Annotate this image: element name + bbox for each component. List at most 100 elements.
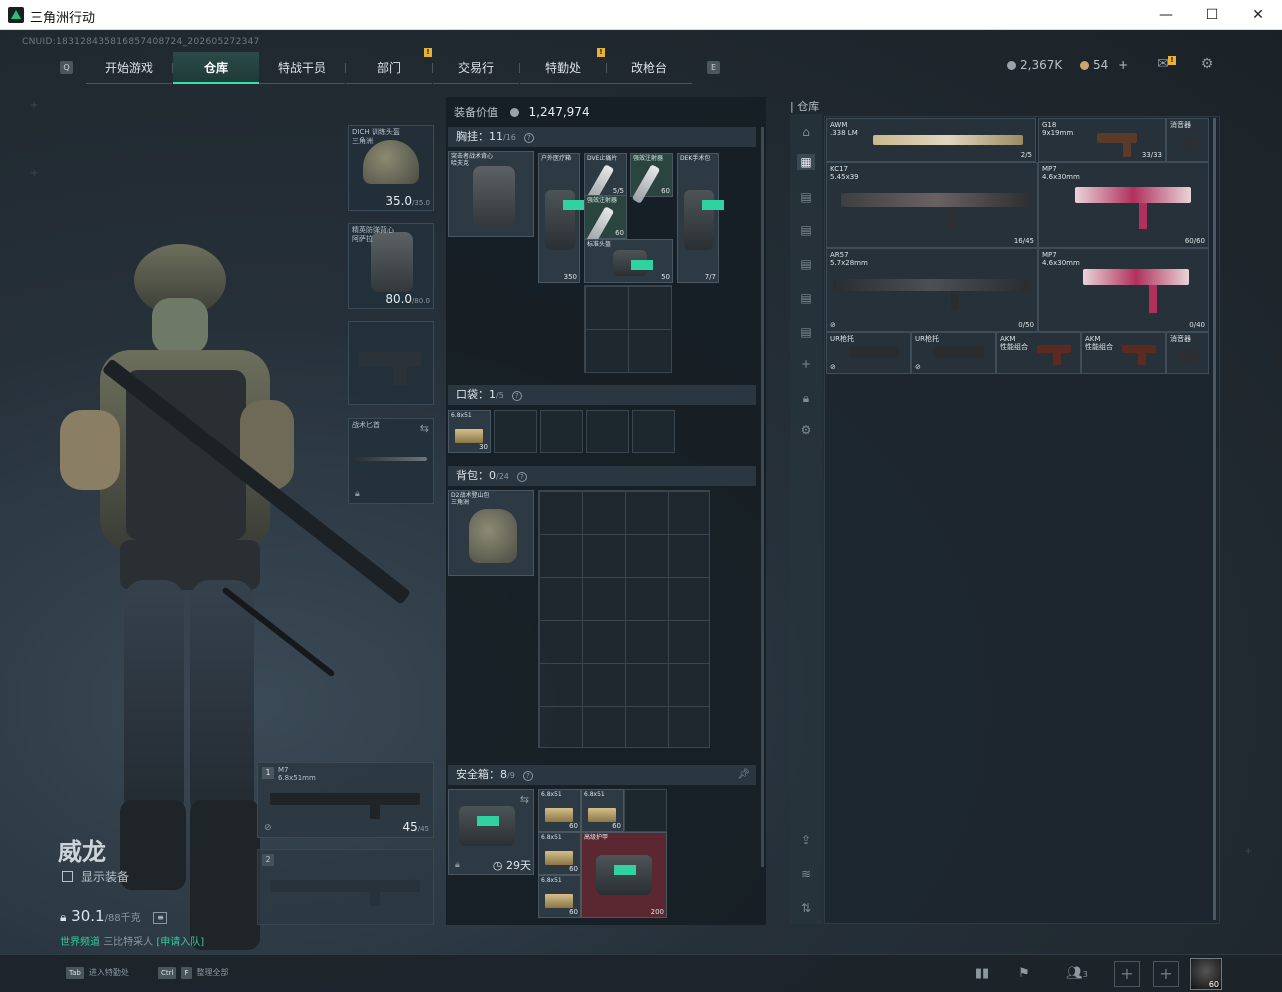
backpack-header: 背包：0/24?: [448, 466, 756, 486]
backpack-item[interactable]: D2战术登山包 三角洲: [448, 490, 534, 576]
nav-next-key[interactable]: E: [707, 61, 720, 74]
tab-notify-badge: !: [424, 48, 432, 57]
chest-rig-item[interactable]: 突击者战术背心 哈夫克: [448, 151, 534, 237]
tidy-all-hint[interactable]: Ctrl F 整理全部: [158, 967, 229, 979]
maximize-button[interactable]: ☐: [1200, 4, 1224, 26]
operator-name: 威龙: [58, 838, 106, 866]
armor-name: 精英防弹背心 阿萨拉: [352, 226, 394, 243]
invite-slot-button[interactable]: +: [1114, 961, 1140, 987]
tab-operators[interactable]: 特战干员: [259, 52, 345, 84]
swap-icon[interactable]: ⇆: [420, 422, 429, 435]
warehouse-item[interactable]: KC17 5.45x39 16/45: [826, 162, 1038, 248]
help-icon[interactable]: ?: [516, 472, 527, 482]
pocket-empty-slot[interactable]: [540, 410, 583, 453]
pin-icon[interactable]: 📌︎: [737, 765, 750, 785]
warehouse-item[interactable]: AKM 性能组合: [996, 332, 1081, 374]
pocket-empty-slot[interactable]: [632, 410, 675, 453]
warehouse-item[interactable]: 消音器: [1166, 332, 1209, 374]
stats-chart-icon[interactable]: ▮▮: [968, 961, 996, 987]
rifle-image: [833, 279, 1029, 291]
tab-trade-market[interactable]: 交易行: [433, 52, 519, 84]
safebox-container[interactable]: ⇆ 🔒︎ ◷ 29天: [448, 789, 534, 875]
warehouse-scrollbar[interactable]: [1213, 118, 1216, 920]
warehouse-item[interactable]: AKM 性能组合: [1081, 332, 1166, 374]
safebox-item[interactable]: 6.8x51 60: [538, 875, 581, 918]
category-storage-icon[interactable]: ▤: [797, 256, 815, 272]
warehouse-item[interactable]: UR枪托 ⊘: [826, 332, 911, 374]
chest-item[interactable]: 强效注射器 60: [584, 195, 627, 246]
safebox-empty-slot[interactable]: [624, 789, 667, 832]
lock-icon: 🔒︎: [455, 860, 460, 870]
show-equipment-checkbox[interactable]: [62, 871, 73, 882]
squad-icon[interactable]: 👥︎3: [1060, 961, 1094, 987]
safebox-item[interactable]: 6.8x51 60: [538, 789, 581, 832]
chest-empty-grid[interactable]: [584, 285, 672, 373]
settings-gear-icon[interactable]: ⚙: [797, 422, 815, 438]
player-avatar[interactable]: 60: [1190, 958, 1222, 990]
nav-prev-key[interactable]: Q: [60, 61, 73, 74]
help-icon[interactable]: ?: [511, 391, 522, 401]
armor-slot[interactable]: 精英防弹背心 阿萨拉 80.0/80.0: [348, 223, 434, 309]
melee-slot[interactable]: 战术匕首 ⇆ 🔒︎: [348, 418, 434, 504]
safebox-item[interactable]: 高级护甲 200: [581, 832, 667, 918]
swap-icon[interactable]: ⇆: [520, 793, 529, 806]
chest-item[interactable]: DEK手术包 7/7: [677, 153, 724, 283]
app-logo-icon: [8, 7, 24, 23]
warehouse-item[interactable]: 消音器: [1166, 118, 1209, 162]
squad-recruit-line[interactable]: 世界频道 三比特采人 [申请入队]: [60, 933, 204, 948]
warehouse-item[interactable]: AWM .338 LM 2/5: [826, 118, 1036, 162]
pocket-item[interactable]: 6.8x51 30: [448, 410, 491, 453]
category-storage-icon[interactable]: ▤: [797, 222, 815, 238]
minimize-button[interactable]: —: [1154, 4, 1178, 26]
close-button[interactable]: ✕: [1246, 4, 1270, 26]
ticket-balance[interactable]: 54 +: [1080, 58, 1128, 72]
secondary-weapon-slot[interactable]: 2: [257, 849, 434, 925]
category-storage-icon[interactable]: ▤: [797, 189, 815, 205]
helmet-slot[interactable]: DICH 训练头盔 三角洲 35.0/35.0: [348, 125, 434, 211]
lock-icon[interactable]: 🔒︎: [797, 390, 815, 406]
category-all-icon[interactable]: ⌂: [797, 124, 815, 140]
chest-item[interactable]: 户外医疗箱 350: [538, 153, 585, 283]
weight-icon: 🔒︎: [60, 910, 67, 924]
tab-department[interactable]: 部门: [346, 52, 432, 84]
warehouse-item[interactable]: G18 9x19mm 33/33: [1038, 118, 1166, 162]
warehouse-item[interactable]: UR枪托 ⊘: [911, 332, 996, 374]
loadout-scrollbar[interactable]: [761, 127, 764, 867]
primary-ammo-count: 45/45: [402, 820, 429, 834]
category-storage-icon[interactable]: ▤: [797, 290, 815, 306]
warehouse-item[interactable]: AR57 5.7x28mm ⊘ 0/50: [826, 248, 1038, 332]
invite-slot-button[interactable]: +: [1153, 961, 1179, 987]
safebox-item[interactable]: 6.8x51 60: [538, 832, 581, 875]
flag-icon[interactable]: ⚑: [1010, 961, 1038, 987]
grid-marker-icon: +: [30, 100, 39, 111]
category-storage-icon[interactable]: ▤: [797, 324, 815, 340]
add-storage-icon[interactable]: +: [797, 356, 815, 372]
backpack-grid[interactable]: [538, 490, 710, 748]
no-insure-icon: ⊘: [830, 363, 836, 371]
enter-special-ops-hint[interactable]: Tab 进入特勤处: [66, 967, 129, 979]
sort-icon[interactable]: ⇅: [797, 900, 815, 916]
pocket-empty-slot[interactable]: [586, 410, 629, 453]
chest-item[interactable]: 强效注射器 60: [630, 153, 673, 204]
settings-gear-icon[interactable]: ⚙: [1198, 56, 1216, 72]
help-icon[interactable]: ?: [523, 133, 534, 143]
tab-special-ops[interactable]: 特勤处: [520, 52, 606, 84]
safebox-item[interactable]: 6.8x51 60: [581, 789, 624, 832]
upload-icon[interactable]: ⇪: [797, 832, 815, 848]
help-icon[interactable]: ?: [522, 771, 533, 781]
show-equipment-toggle[interactable]: 显示装备: [62, 868, 129, 885]
category-weapons-icon[interactable]: ▦: [797, 154, 815, 170]
chest-item[interactable]: 标准头盔 50: [584, 239, 673, 283]
primary-weapon-slot[interactable]: 1 M7 6.8x51mm ⊘ 45/45: [257, 762, 434, 838]
tab-warehouse[interactable]: 仓库: [173, 52, 259, 84]
layers-icon[interactable]: ≋: [797, 866, 815, 882]
tab-start-game[interactable]: 开始游戏: [86, 52, 172, 84]
weight-details-icon[interactable]: ≡: [153, 912, 168, 924]
warehouse-item[interactable]: MP7 4.6x30mm 0/40: [1038, 248, 1209, 332]
pistol-slot[interactable]: [348, 321, 434, 405]
add-tickets-button[interactable]: +: [1118, 58, 1128, 72]
warehouse-item[interactable]: MP7 4.6x30mm 60/60: [1038, 162, 1209, 248]
chest-item[interactable]: DVE止痛片 5/5: [584, 153, 627, 204]
tab-gunsmith[interactable]: 改枪台: [606, 52, 692, 84]
pocket-empty-slot[interactable]: [494, 410, 537, 453]
